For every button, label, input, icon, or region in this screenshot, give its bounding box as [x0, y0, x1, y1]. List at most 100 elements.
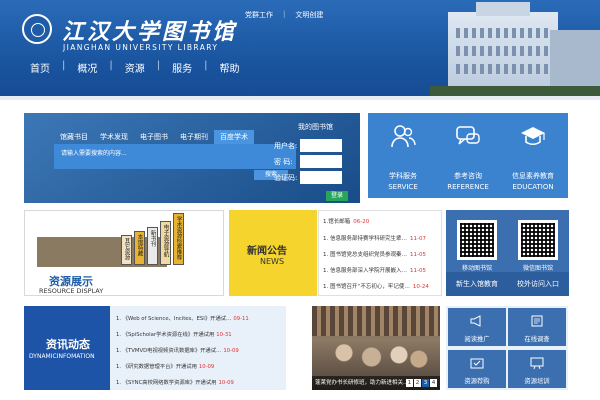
service-reference[interactable]: 参考咨询 REFERENCE — [438, 121, 498, 196]
info-item-title: 1. 《Web of Science、Incites、ESI》开通试… — [116, 316, 232, 322]
quick-link-label: 资源培训 — [524, 378, 550, 385]
info-item-date: 09-11 — [233, 316, 249, 322]
building-windows — [456, 28, 550, 38]
chat-icon — [455, 123, 481, 149]
info-item-date: 10-09 — [223, 348, 239, 354]
username-row: 用户名: — [274, 139, 342, 152]
news-item-date: 11-05 — [410, 268, 426, 274]
nav-divider: | — [204, 60, 208, 71]
login-button[interactable]: 登录 — [326, 191, 348, 201]
info-item[interactable]: 1. 《TVMVD电视视频资讯数据库》开通试… 10-09 — [116, 346, 239, 354]
offcampus-access-link[interactable]: 校外访问入口 — [507, 272, 569, 296]
info-item-date: 10-31 — [216, 332, 232, 338]
qr-code-icon — [457, 220, 497, 260]
info-panel: 资讯动态 DYNAMICINFOMATION 1. 《Web of Scienc… — [24, 306, 286, 390]
info-item-title: 1. 《TVMVD电视视频资讯数据库》开通试… — [116, 348, 222, 354]
survey-icon — [531, 315, 543, 327]
news-item-title: 1. 信息服务部深入学院开展嵌入… — [323, 268, 407, 274]
graduation-cap-icon — [520, 123, 546, 149]
resource-recommend-link[interactable]: 资源荐购 — [448, 350, 506, 388]
recommend-icon — [470, 358, 484, 369]
username-label: 用户名: — [274, 141, 298, 150]
service-label-en: EDUCATION — [512, 183, 554, 191]
info-header[interactable]: 资讯动态 DYNAMICINFOMATION — [24, 306, 110, 390]
online-survey-link[interactable]: 在线调查 — [508, 308, 566, 346]
service-label-en: SERVICE — [388, 183, 418, 191]
info-item[interactable]: 1. 《研究数据管理平台》开通试用 10-09 — [116, 362, 214, 370]
book-spine: 本馆特藏 — [134, 231, 145, 265]
news-title-cn: 新闻公告 — [247, 246, 287, 257]
library-name-en: JIANGHAN UNIVERSITY LIBRARY — [63, 43, 219, 52]
captcha-field[interactable] — [300, 171, 342, 184]
nav-divider: | — [109, 60, 113, 71]
my-library-label: 我的图书馆 — [298, 123, 333, 131]
tab-ebooks[interactable]: 电子图书 — [134, 130, 174, 144]
tab-baidu-scholar[interactable]: 百度学术 — [214, 130, 254, 144]
qr-label: 移动图书馆 — [461, 265, 492, 272]
info-item[interactable]: 1. 《SpiScholar学术资源在线》开通试用 10-31 — [116, 330, 232, 338]
news-item-date: 06-20 — [353, 219, 370, 225]
news-item[interactable]: 1. 图书馆召开“不忘初心，牢记使… 10-24 — [323, 282, 429, 290]
nav-item-resources[interactable]: 资源 — [125, 60, 145, 75]
building-windows — [456, 46, 550, 56]
info-item[interactable]: 1. 《SYNC高校网络数学资源库》开通试用 10-09 — [116, 378, 234, 386]
service-education[interactable]: 信息素养教育 EDUCATION — [503, 121, 563, 196]
nav-item-overview[interactable]: 概况 — [77, 60, 97, 75]
tab-ejournals[interactable]: 电子期刊 — [174, 130, 214, 144]
service-subject[interactable]: 学科服务 SERVICE — [373, 121, 433, 196]
resource-training-link[interactable]: 资源培训 — [508, 350, 566, 388]
news-item-title: 1. 图书馆召开“不忘初心，牢记使… — [323, 284, 410, 290]
search-input[interactable]: 请输入需要搜索的内容... — [58, 148, 218, 160]
news-item[interactable]: 1. 信息服务部深入学院开展嵌入… 11-05 — [323, 266, 426, 274]
nav-item-home[interactable]: 首页 — [30, 60, 50, 75]
password-field[interactable] — [300, 155, 342, 168]
photo-people — [322, 336, 432, 378]
university-logo-icon[interactable] — [22, 14, 52, 44]
book-spine: 新书刊 — [147, 227, 158, 265]
building-windows — [456, 64, 550, 74]
slider-page-1[interactable]: 1 — [406, 379, 413, 387]
service-label-en: REFERENCE — [447, 183, 489, 191]
nav-item-help[interactable]: 帮助 — [220, 60, 240, 75]
news-item-date: 10-24 — [412, 284, 429, 290]
slider-page-2[interactable]: 2 — [414, 379, 421, 387]
resource-display-subtitle: RESOURCE DISPLAY — [39, 287, 104, 295]
nav-item-services[interactable]: 服务 — [172, 60, 192, 75]
header-divider — [0, 96, 600, 100]
book-spine: 其它资源 — [121, 235, 132, 265]
info-item-title: 1. 《研究数据管理平台》开通试用 — [116, 364, 197, 370]
news-item-title: 1.馆长邮箱 — [323, 219, 351, 225]
main-nav: 首页 | 概况 | 资源 | 服务 | 帮助 — [30, 60, 240, 75]
training-icon — [530, 357, 544, 369]
news-item[interactable]: 1. 信息服务部持赛学科研究生辈… 11-07 — [323, 234, 426, 242]
tab-catalog[interactable]: 馆藏书目 — [54, 130, 94, 144]
photo-slider[interactable]: 蓬莱党办书长研修班，助力新进相关… 1 2 3 4 — [312, 306, 440, 390]
building-tower — [476, 2, 530, 16]
top-link-party-work[interactable]: 党群工作 — [245, 10, 273, 20]
quick-link-label: 资源荐购 — [464, 378, 490, 385]
tab-discovery[interactable]: 学术发现 — [94, 130, 134, 144]
top-link-civilization[interactable]: 文明创建 — [295, 10, 323, 20]
services-panel: 学科服务 SERVICE 参考咨询 REFERENCE 信息素养教育 EDUCA… — [368, 113, 568, 198]
slider-page-4[interactable]: 4 — [430, 379, 437, 387]
news-header[interactable]: 新闻公告 NEWS — [229, 210, 317, 296]
username-field[interactable] — [300, 139, 342, 152]
info-item-date: 10-09 — [218, 380, 234, 386]
info-item[interactable]: 1. 《Web of Science、Incites、ESI》开通试… 09-11 — [116, 314, 249, 322]
news-item-title: 1. 信息服务部持赛学科研究生辈… — [323, 236, 407, 242]
quick-link-label: 阅读推广 — [464, 336, 490, 343]
news-item[interactable]: 1. 图书馆党总支组织党员参观秦… 11-05 — [323, 250, 426, 258]
info-item-title: 1. 《SYNC高校网络数学资源库》开通试用 — [116, 380, 217, 386]
news-item[interactable]: 1.馆长邮箱 06-20 — [323, 217, 369, 225]
resource-display[interactable]: 学术资源检索推荐 电子资源导航 新书刊 本馆特藏 其它资源 资源展示 RESOU… — [24, 210, 224, 296]
news-list: 1.馆长邮箱 06-20 1. 信息服务部持赛学科研究生辈… 11-07 1. 图书… — [318, 210, 442, 296]
quick-link-label: 在线调查 — [524, 336, 550, 343]
book-spine: 学术资源检索推荐 — [173, 213, 184, 265]
library-name-cn: 江汉大学图书馆 — [62, 19, 238, 45]
freshman-education-link[interactable]: 新生入馆教育 — [446, 272, 508, 296]
service-label-cn: 参考咨询 — [454, 172, 482, 180]
slider-page-3[interactable]: 3 — [422, 379, 429, 387]
search-panel: 馆藏书目 学术发现 电子图书 电子期刊 百度学术 请输入需要搜索的内容... 搜… — [24, 113, 360, 203]
info-title-en: DYNAMICINFOMATION — [29, 353, 95, 360]
reading-promotion-link[interactable]: 阅读推广 — [448, 308, 506, 346]
